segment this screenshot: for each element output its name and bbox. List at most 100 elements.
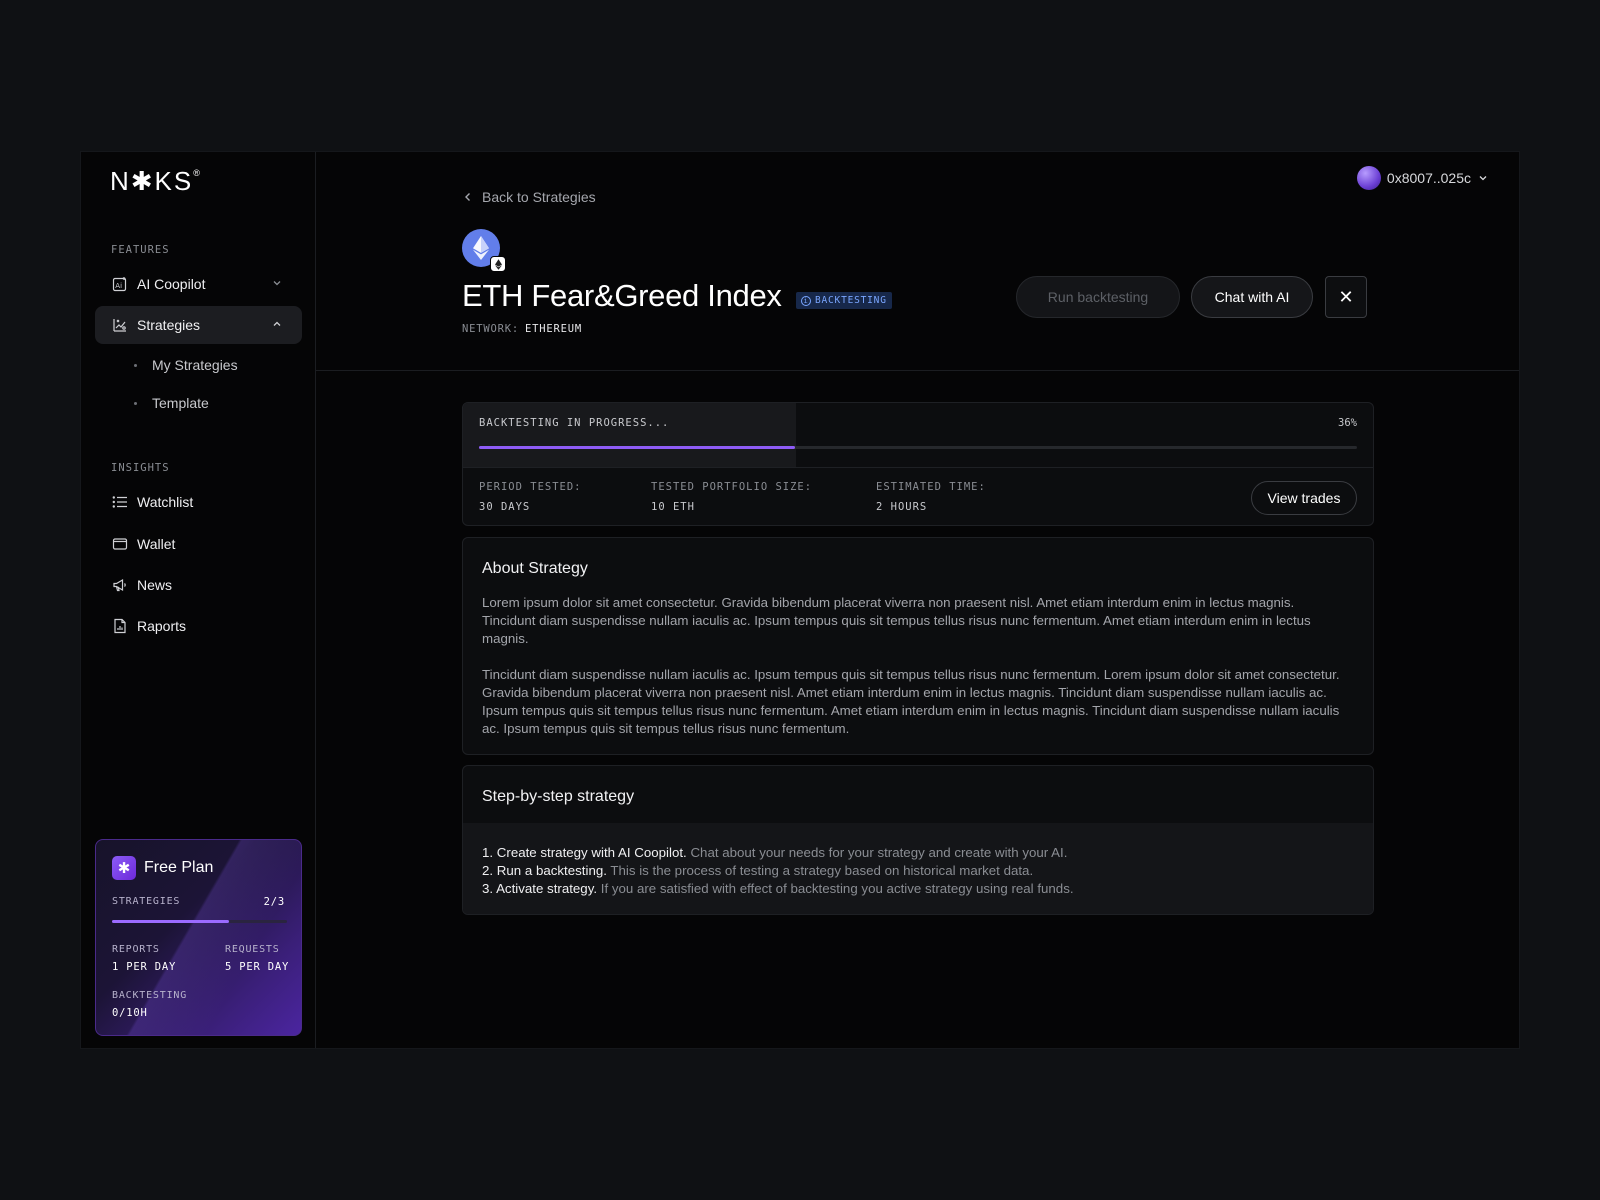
about-paragraph: Tincidunt diam suspendisse nullam iaculi… xyxy=(482,667,1340,736)
progress-shade xyxy=(463,403,796,467)
step-title: Run a backtesting. xyxy=(496,863,607,878)
view-trades-button[interactable]: View trades xyxy=(1251,481,1357,515)
progress-label: BACKTESTING IN PROGRESS... xyxy=(479,417,670,429)
insights-section-label: INSIGHTS xyxy=(111,462,170,474)
step-title: Activate strategy. xyxy=(496,881,598,896)
progress-header: BACKTESTING IN PROGRESS... 36% xyxy=(463,403,1373,467)
sidebar-item-strategies[interactable]: Strategies xyxy=(95,306,302,344)
avatar xyxy=(1356,166,1381,190)
status-badge-label: BACKTESTING xyxy=(815,295,887,306)
plan-strategies-label: STRATEGIES xyxy=(112,896,181,907)
plan-strategies-bar xyxy=(112,920,287,923)
sidebar-item-wallet[interactable]: Wallet xyxy=(95,525,302,563)
network-badge-icon xyxy=(490,256,506,272)
plan-requests-label: REQUESTS xyxy=(225,944,280,955)
about-strategy-text: Lorem ipsum dolor sit amet consectetur. … xyxy=(482,594,1351,738)
sidebar-subitem-label: My Strategies xyxy=(152,357,238,373)
stat-portfolio-size: TESTED PORTFOLIO SIZE: 10 ETH xyxy=(651,481,812,513)
step-text: This is the process of testing a strateg… xyxy=(606,863,1034,878)
stat-estimated-time: ESTIMATED TIME: 2 HOURS xyxy=(876,481,986,513)
step-by-step-card: Step-by-step strategy 1. Create strategy… xyxy=(462,765,1374,915)
logo[interactable]: N✱KS® xyxy=(110,166,202,197)
logo-registered-mark: ® xyxy=(193,168,202,178)
chevron-down-icon xyxy=(1479,176,1487,181)
progress-divider xyxy=(463,467,1373,468)
wallet-address: 0x8007..025c xyxy=(1386,170,1471,186)
stat-key: ESTIMATED TIME: xyxy=(876,481,986,493)
ai-copilot-icon: Ai xyxy=(111,275,129,293)
app-window: N✱KS® FEATURES Ai AI Coopilot Strategies… xyxy=(80,151,1520,1049)
strategies-icon xyxy=(111,316,129,334)
about-strategy-card: About Strategy Lorem ipsum dolor sit ame… xyxy=(462,537,1374,755)
bullet-dot xyxy=(134,363,137,367)
plan-reports-value: 1 PER DAY xyxy=(112,961,177,973)
plan-card[interactable]: ✱ Free Plan STRATEGIES 2/3 REPORTS 1 PER… xyxy=(95,839,302,1036)
network-label: NETWORK: xyxy=(462,323,519,335)
steps-list: 1. Create strategy with AI Coopilot. Cha… xyxy=(482,844,1074,898)
sidebar-item-watchlist[interactable]: Watchlist xyxy=(95,483,302,521)
step-number: 2. xyxy=(482,863,494,878)
network-value: ETHEREUM xyxy=(524,323,582,335)
plan-strategies-bar-fill xyxy=(112,920,229,923)
step-number: 1. xyxy=(482,845,494,860)
sidebar-subitem-template[interactable]: Template xyxy=(134,392,209,414)
sidebar-item-label: Strategies xyxy=(137,317,201,333)
main-content: 0x8007..025c Back to Strategies ETH Fear… xyxy=(316,152,1519,1048)
header-divider xyxy=(316,370,1519,371)
list-icon xyxy=(111,493,129,511)
info-icon: i xyxy=(801,295,811,306)
plan-backtesting-label: BACKTESTING xyxy=(112,990,188,1001)
step-text: Chat about your needs for your strategy … xyxy=(686,845,1068,860)
step-title: Create strategy with AI Coopilot. xyxy=(496,845,687,860)
sidebar-item-news[interactable]: News xyxy=(95,566,302,604)
sidebar-subitem-my-strategies[interactable]: My Strategies xyxy=(134,354,238,376)
progress-bar-fill xyxy=(479,446,796,449)
sidebar-item-label: Raports xyxy=(137,618,187,634)
backtesting-progress-card: BACKTESTING IN PROGRESS... 36% PERIOD TE… xyxy=(462,402,1374,526)
chevron-up-icon[interactable] xyxy=(270,317,284,331)
bullet-dot xyxy=(134,401,137,405)
step-number: 3. xyxy=(482,881,494,896)
sidebar-item-label: Watchlist xyxy=(137,494,194,510)
network-info: NETWORK: ETHEREUM xyxy=(462,323,582,335)
stat-value: 30 DAYS xyxy=(479,501,531,513)
chevron-down-icon[interactable] xyxy=(270,276,284,290)
sidebar-item-label: Wallet xyxy=(137,536,176,552)
logo-text: N✱KS xyxy=(110,166,194,196)
plan-asterisk-icon: ✱ xyxy=(112,856,136,880)
plan-strategies-value: 2/3 xyxy=(263,896,285,908)
features-section-label: FEATURES xyxy=(111,244,170,256)
progress-bar xyxy=(479,446,1357,449)
svg-text:Ai: Ai xyxy=(115,282,122,290)
close-icon: ✕ xyxy=(1338,286,1354,307)
sidebar-item-raports[interactable]: Raports xyxy=(95,607,302,645)
step-item: 1. Create strategy with AI Coopilot. Cha… xyxy=(482,844,1074,862)
close-button[interactable]: ✕ xyxy=(1325,276,1367,318)
stat-value: 10 ETH xyxy=(651,501,695,513)
step-by-step-title: Step-by-step strategy xyxy=(482,788,635,805)
about-strategy-title: About Strategy xyxy=(482,560,588,577)
sidebar: N✱KS® FEATURES Ai AI Coopilot Strategies… xyxy=(81,152,316,1048)
back-link-label: Back to Strategies xyxy=(482,189,596,205)
sidebar-item-ai-coopilot[interactable]: Ai AI Coopilot xyxy=(95,265,302,303)
plan-header: ✱ Free Plan xyxy=(112,856,213,880)
progress-percent: 36% xyxy=(1338,417,1357,429)
page-title: ETH Fear&Greed Index xyxy=(462,278,782,313)
report-icon xyxy=(111,617,129,635)
status-badge: i BACKTESTING xyxy=(796,292,892,309)
stat-key: TESTED PORTFOLIO SIZE: xyxy=(651,481,813,493)
wallet-selector[interactable]: 0x8007..025c xyxy=(1356,166,1489,190)
chat-with-ai-button[interactable]: Chat with AI xyxy=(1191,276,1313,318)
stat-value: 2 HOURS xyxy=(876,501,928,513)
step-item: 3. Activate strategy. If you are satisfi… xyxy=(482,880,1074,898)
stat-period-tested: PERIOD TESTED: 30 DAYS xyxy=(479,481,582,513)
plan-title: Free Plan xyxy=(144,859,214,876)
plan-reports-label: REPORTS xyxy=(112,944,160,955)
sidebar-item-label: News xyxy=(137,577,173,593)
megaphone-icon xyxy=(111,576,129,594)
sidebar-subitem-label: Template xyxy=(152,395,209,411)
run-backtesting-button[interactable]: Run backtesting xyxy=(1016,276,1180,318)
back-to-strategies-link[interactable]: Back to Strategies xyxy=(462,189,596,205)
wallet-icon xyxy=(111,535,129,553)
sidebar-item-label: AI Coopilot xyxy=(137,276,206,292)
